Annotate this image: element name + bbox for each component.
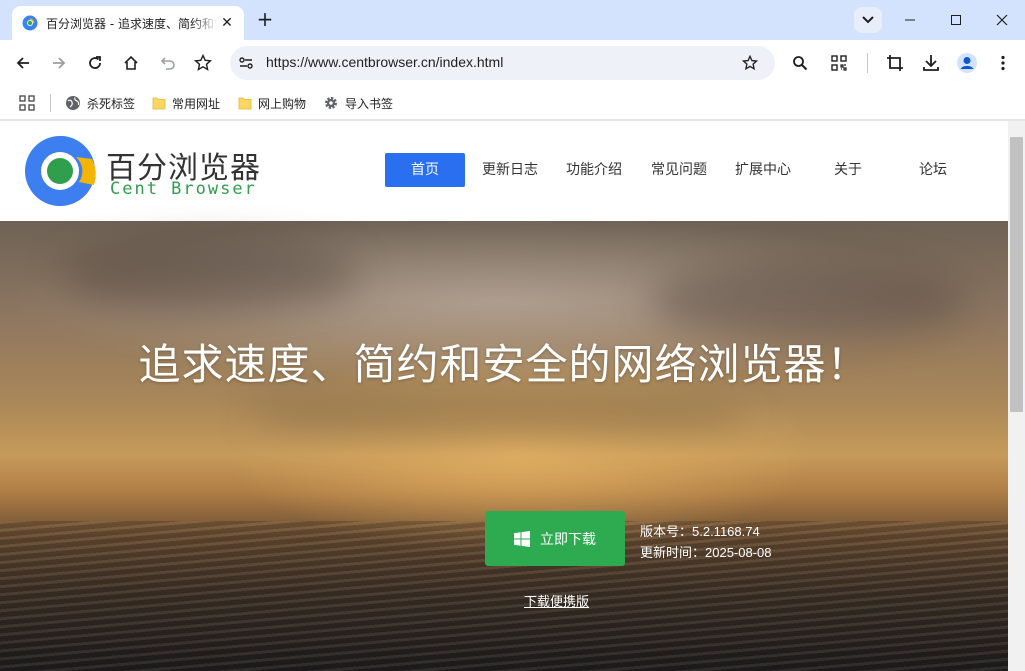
version-info: 版本号：5.2.1168.74 更新时间：2025-08-08 [640, 521, 772, 563]
star-icon [742, 55, 758, 71]
site-info-button[interactable] [234, 51, 258, 75]
maximize-button[interactable] [933, 0, 979, 40]
close-tab-icon[interactable]: ✕ [218, 14, 236, 32]
tab-strip: 百分浏览器 - 追求速度、简约和安全的网络浏览器！ ✕ + [0, 0, 1025, 40]
more-vert-icon [1001, 55, 1005, 71]
nav-forum[interactable]: 论坛 [893, 153, 973, 187]
centbrowser-favicon-icon [22, 15, 38, 31]
new-tab-button[interactable]: + [254, 9, 276, 31]
tab-title: 百分浏览器 - 追求速度、简约和安全的网络浏览器！ [46, 16, 218, 31]
home-icon [124, 55, 138, 70]
menu-button[interactable] [991, 51, 1015, 75]
undo-icon [160, 57, 175, 70]
download-label: 立即下载 [540, 531, 596, 548]
hero-slogan: 追求速度、简约和安全的网络浏览器！ [138, 340, 870, 389]
search-icon [793, 56, 808, 71]
bookmarks-bar: 杀死标签 常用网址 网上购物 导入书签 [0, 86, 1025, 120]
star-icon [194, 54, 212, 71]
bookmark-label: 网上购物 [258, 96, 307, 111]
bookmarks-divider [50, 94, 51, 112]
minimize-button[interactable] [887, 0, 933, 40]
bookmark-folder[interactable]: 网上购物 [238, 92, 306, 114]
apps-button[interactable] [19, 92, 41, 114]
qr-code-icon [831, 55, 847, 71]
address-bar[interactable]: https://www.centbrowser.cn/index.html [230, 46, 775, 80]
close-window-button[interactable] [979, 0, 1025, 40]
update-date: 更新时间：2025-08-08 [640, 545, 772, 560]
scrollbar-thumb[interactable] [1010, 137, 1023, 412]
nav-faq[interactable]: 常见问题 [639, 153, 719, 187]
home-button[interactable] [119, 51, 143, 75]
qr-code-button[interactable] [827, 51, 851, 75]
globe-icon [66, 96, 80, 110]
page-scrollbar[interactable] [1008, 121, 1025, 671]
nav-features[interactable]: 功能介绍 [554, 153, 634, 187]
undo-close-tab-button[interactable] [155, 51, 179, 75]
close-icon [996, 14, 1008, 26]
crop-icon [887, 55, 903, 71]
back-arrow-icon [16, 57, 29, 69]
hero-cloud [650, 261, 970, 341]
site-settings-icon [239, 57, 253, 69]
bookmark-star-button[interactable] [191, 51, 215, 75]
bookmark-page-button[interactable] [738, 51, 762, 75]
apps-grid-icon [19, 95, 35, 111]
maximize-icon [951, 15, 961, 25]
profile-button[interactable] [955, 51, 979, 75]
browser-toolbar: https://www.centbrowser.cn/index.html [0, 40, 1025, 86]
url-text[interactable]: https://www.centbrowser.cn/index.html [266, 54, 503, 70]
folder-icon [238, 97, 252, 110]
hero-banner: 追求速度、简约和安全的网络浏览器！ 立即下载 版本号：5.2.1168.74 更… [0, 221, 1008, 671]
toolbar-divider [867, 53, 868, 73]
browser-tab[interactable]: 百分浏览器 - 追求速度、简约和安全的网络浏览器！ ✕ [12, 6, 244, 40]
hero-cloud [60, 241, 360, 311]
forward-button[interactable] [47, 51, 71, 75]
bookmark-folder[interactable]: 常用网址 [152, 92, 220, 114]
site-header: 百分浏览器 Cent Browser 首页 更新日志 功能介绍 常见问题 扩展中… [0, 121, 1008, 221]
downloads-button[interactable] [919, 51, 943, 75]
bookmark-item[interactable]: 杀死标签 [65, 92, 135, 114]
reload-button[interactable] [83, 51, 107, 75]
download-icon [923, 55, 939, 71]
windows-icon [514, 530, 530, 547]
nav-home[interactable]: 首页 [385, 153, 465, 187]
page-viewport: 百分浏览器 Cent Browser 首页 更新日志 功能介绍 常见问题 扩展中… [0, 121, 1025, 671]
reload-icon [89, 56, 101, 69]
tab-search-button[interactable] [854, 7, 882, 33]
bookmark-label: 导入书签 [345, 96, 394, 111]
nav-extensions[interactable]: 扩展中心 [723, 153, 803, 187]
logo-subtitle: Cent Browser [110, 179, 257, 199]
portable-download-link[interactable]: 下载便携版 [524, 591, 589, 610]
download-button[interactable]: 立即下载 [485, 511, 625, 566]
version-number: 版本号：5.2.1168.74 [640, 524, 760, 539]
nav-changelog[interactable]: 更新日志 [470, 153, 550, 187]
folder-icon [152, 97, 166, 110]
bookmark-label: 杀死标签 [87, 96, 136, 111]
forward-arrow-icon [53, 57, 66, 69]
nav-about[interactable]: 关于 [808, 153, 888, 187]
chevron-down-icon [862, 16, 874, 24]
screenshot-button[interactable] [883, 51, 907, 75]
minimize-icon [905, 19, 915, 21]
back-button[interactable] [11, 51, 35, 75]
hero-cloud [250, 391, 750, 441]
search-button[interactable] [788, 51, 812, 75]
cent-browser-logo-icon[interactable] [24, 135, 96, 207]
gear-icon [325, 97, 337, 109]
bookmark-label: 常用网址 [172, 96, 221, 111]
avatar-icon [957, 53, 977, 73]
bookmark-item[interactable]: 导入书签 [323, 92, 393, 114]
